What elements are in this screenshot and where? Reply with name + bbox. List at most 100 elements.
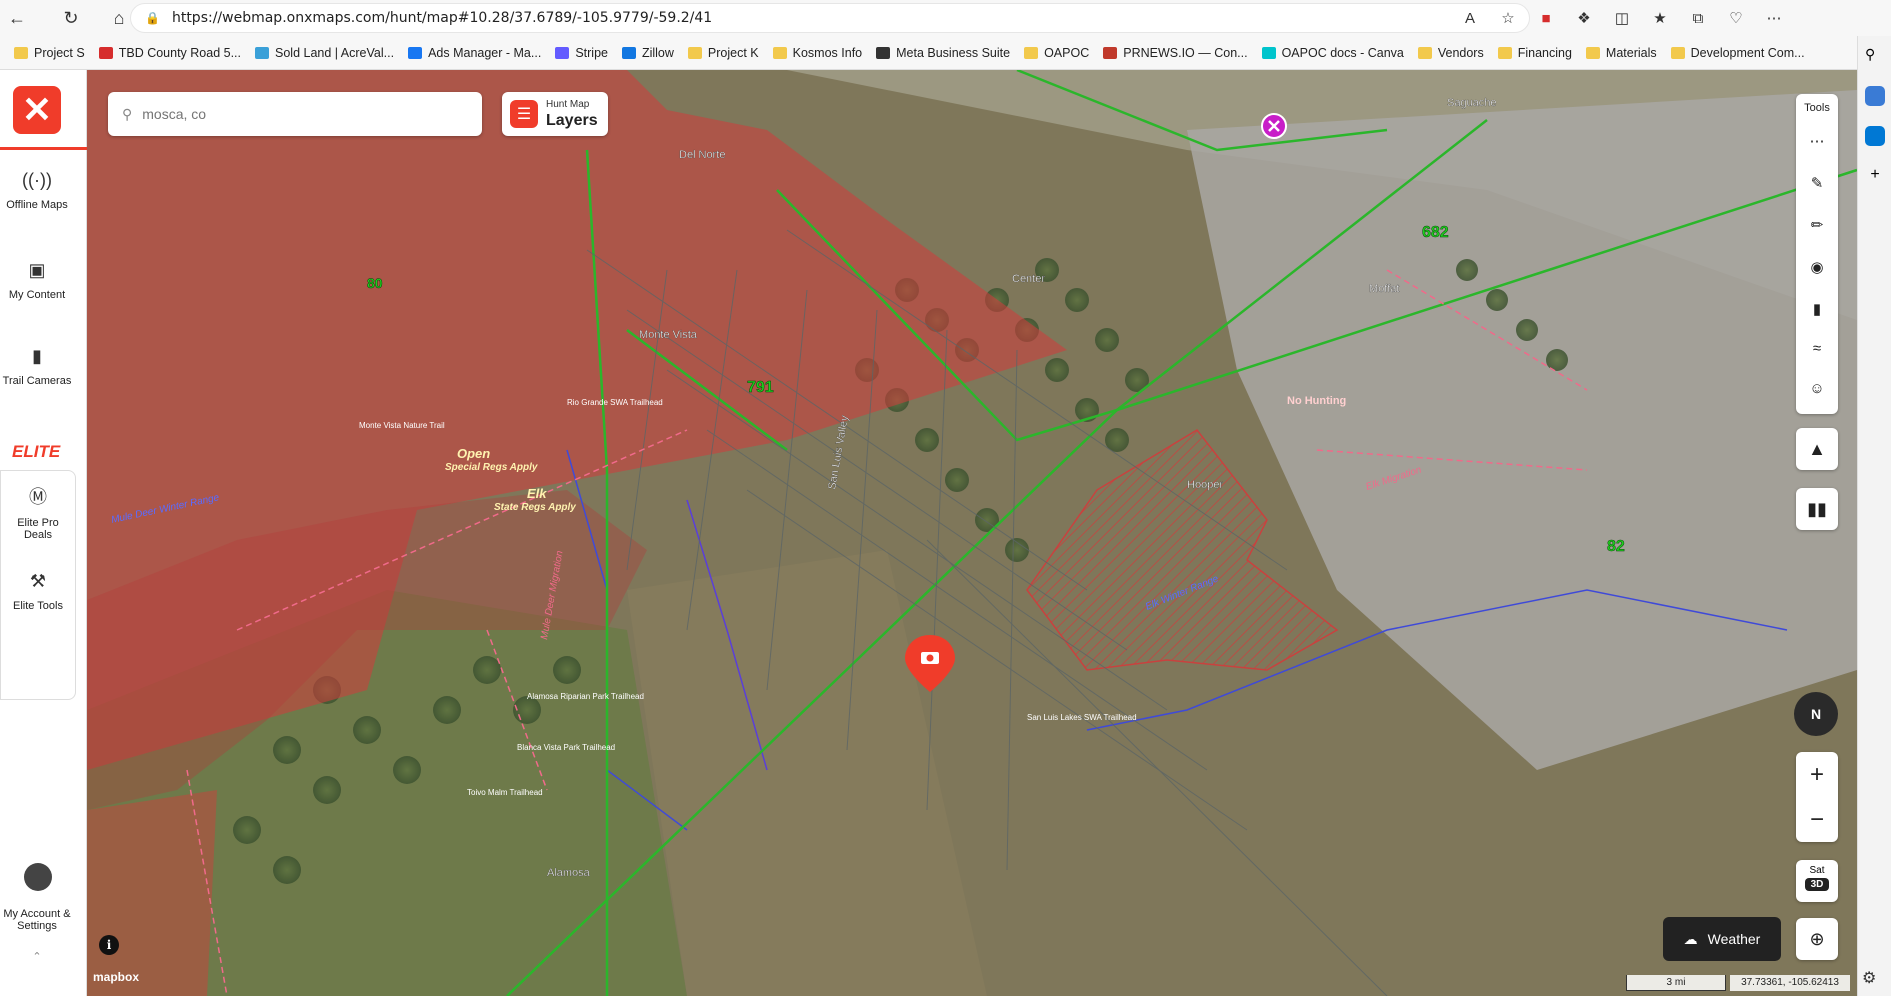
bookmark-item[interactable]: Materials <box>1585 46 1657 60</box>
trail-camera-icon[interactable]: ▮ <box>1807 300 1827 320</box>
bookmark-item[interactable]: Development Com... <box>1670 46 1805 60</box>
zoom-control: + − <box>1796 752 1838 842</box>
outlook-icon[interactable] <box>1865 126 1885 146</box>
search-box[interactable]: ⚲ <box>108 92 482 136</box>
bookmark-item[interactable]: Kosmos Info <box>772 45 863 60</box>
bookmark-item[interactable]: Ads Manager - Ma... <box>408 46 541 60</box>
zone-elk: Elk <box>527 486 547 501</box>
bookmark-item[interactable]: Project S <box>14 46 85 60</box>
layers-button[interactable]: ☰ Hunt Map Layers <box>502 92 608 136</box>
dollar-icon: Ⓜ <box>29 487 47 507</box>
cloud-icon: ☁ <box>1683 930 1698 947</box>
trailhead-label: Alamosa Riparian Park Trailhead <box>527 692 644 701</box>
crosshair-icon: ⊕ <box>1809 928 1825 949</box>
group-icon[interactable]: ☺ <box>1807 380 1827 400</box>
sidebar-item-elite-tools[interactable]: ⚒ Elite Tools <box>5 571 71 612</box>
bookmark-item[interactable]: OAPOC <box>1024 46 1089 60</box>
weather-button[interactable]: ☁ Weather <box>1663 917 1781 961</box>
zone-state-regs: State Regs Apply <box>494 502 576 513</box>
search-input[interactable] <box>142 106 443 122</box>
bookmark-icon <box>255 46 269 59</box>
sidebar-item-my-content[interactable]: ▣ My Content <box>0 260 74 301</box>
split-screen-icon[interactable]: ◫ <box>1612 8 1632 28</box>
bookmark-icon <box>687 46 702 59</box>
reload-icon[interactable]: ↻ <box>54 1 88 35</box>
bookmark-item[interactable]: Project K <box>687 45 759 60</box>
draw-shape-icon[interactable]: ✏ <box>1807 216 1827 236</box>
bookmark-item[interactable]: Vendors <box>1417 45 1484 60</box>
eraser-button[interactable]: ▲ <box>1796 428 1838 470</box>
zoom-out-button[interactable]: − <box>1796 797 1838 842</box>
compass-button[interactable]: N <box>1794 692 1838 736</box>
bookmark-item[interactable]: Sold Land | AcreVal... <box>255 46 394 60</box>
basemap-toggle[interactable]: Sat 3D <box>1796 860 1838 902</box>
sidebar-item-offline-maps[interactable]: ((·)) Offline Maps <box>0 170 74 211</box>
more-icon[interactable]: ⋯ <box>1764 8 1784 28</box>
bookmark-item[interactable]: PRNEWS.IO — Con... <box>1103 46 1248 60</box>
bookmark-label: Stripe <box>575 45 608 60</box>
bookmarks-bar: Project S TBD County Road 5... Sold Land |… <box>0 36 1891 70</box>
copilot-icon[interactable] <box>1865 86 1885 106</box>
lock-icon: 🔒 <box>145 11 160 25</box>
bookmark-label: Kosmos Info <box>792 45 863 60</box>
bookmark-item[interactable]: Meta Business Suite <box>876 46 1010 60</box>
place-monte-vista: Monte Vista <box>639 329 698 341</box>
onx-logo[interactable]: ✕ <box>13 86 61 134</box>
gear-icon[interactable]: ⚙ <box>1862 968 1876 988</box>
trailhead-label: Rio Grande SWA Trailhead <box>567 398 663 407</box>
layers-subtitle: Hunt Map <box>546 98 590 110</box>
info-icon[interactable]: i <box>99 935 119 955</box>
layers-icon: ☰ <box>510 100 538 128</box>
locate-button[interactable]: ⊕ <box>1796 918 1838 960</box>
sidebar-item-trail-cameras[interactable]: ▮ Trail Cameras <box>0 346 74 387</box>
bookmark-icon <box>1585 46 1600 59</box>
waypoint-marker[interactable] <box>1261 113 1287 139</box>
bookmark-label: TBD County Road 5... <box>118 45 241 60</box>
bookmark-icon <box>876 46 891 59</box>
sidebar-item-elite-pro-deals[interactable]: Ⓜ Elite Pro Deals <box>5 483 71 541</box>
bookmark-item[interactable]: Zillow <box>621 45 674 60</box>
elite-label: ELITE <box>12 442 61 461</box>
bookmark-icon <box>1670 46 1685 59</box>
logo-underline <box>0 147 87 150</box>
puzzle-icon[interactable]: ❖ <box>1574 8 1594 28</box>
map-canvas[interactable]: Del Norte Monte Vista Center Saguache Mo… <box>87 70 1857 996</box>
map-render: Del Norte Monte Vista Center Saguache Mo… <box>87 70 1857 996</box>
bookmark-item[interactable]: TBD County Road 5... <box>98 45 241 60</box>
heart-icon[interactable]: ♡ <box>1726 8 1746 28</box>
bookmark-label: Project K <box>707 45 759 60</box>
sidebar-item-label: My Account & Settings <box>3 908 71 932</box>
favorites-icon[interactable]: ★ <box>1650 8 1670 28</box>
scale-bar: 3 mi <box>1626 975 1726 991</box>
address-bar[interactable]: 🔒 https://webmap.onxmaps.com/hunt/map#10… <box>130 3 1530 33</box>
draw-line-icon[interactable]: ✎ <box>1807 174 1827 194</box>
waypoint-icon[interactable]: ◉ <box>1807 258 1827 278</box>
elite-panel: Ⓜ Elite Pro Deals ⚒ Elite Tools <box>0 470 76 700</box>
gmu-label: 682 <box>1422 224 1449 241</box>
sat-label: Sat <box>1809 865 1825 876</box>
back-icon[interactable]: ← <box>0 1 34 35</box>
extension-icon[interactable]: ■ <box>1536 8 1556 28</box>
bookmark-label: Sold Land | AcreVal... <box>275 45 395 60</box>
search-icon[interactable]: ⚲ <box>1865 46 1885 66</box>
avatar[interactable] <box>24 863 52 891</box>
bookmark-label: Vendors <box>1437 45 1484 60</box>
bookmark-item[interactable]: OAPOC docs - Canva <box>1261 46 1404 60</box>
sidebar-item-account[interactable]: My Account & Settings <box>0 908 74 932</box>
bookmark-icon <box>408 46 423 59</box>
zoom-in-button[interactable]: + <box>1796 752 1838 797</box>
collections-icon[interactable]: ⧉ <box>1688 8 1708 28</box>
terrain-chart-button[interactable]: ▮▮ <box>1796 488 1838 530</box>
bookmark-icon <box>1417 46 1432 59</box>
add-icon[interactable]: + <box>1865 166 1885 186</box>
bookmark-item[interactable]: Stripe <box>555 46 608 60</box>
favorite-star-icon[interactable]: ☆ <box>1498 8 1518 28</box>
bookmark-item[interactable]: Financing <box>1497 46 1572 60</box>
bookmark-label: Zillow <box>641 45 674 60</box>
collapse-chevron-icon[interactable]: ⌃ <box>0 950 74 963</box>
3d-badge: 3D <box>1804 878 1830 891</box>
read-aloud-icon[interactable]: A <box>1460 8 1480 28</box>
place-hooper: Hooper <box>1187 479 1223 491</box>
wind-icon[interactable]: ≈ <box>1807 340 1827 360</box>
measure-icon[interactable]: ⋯ <box>1807 132 1827 152</box>
